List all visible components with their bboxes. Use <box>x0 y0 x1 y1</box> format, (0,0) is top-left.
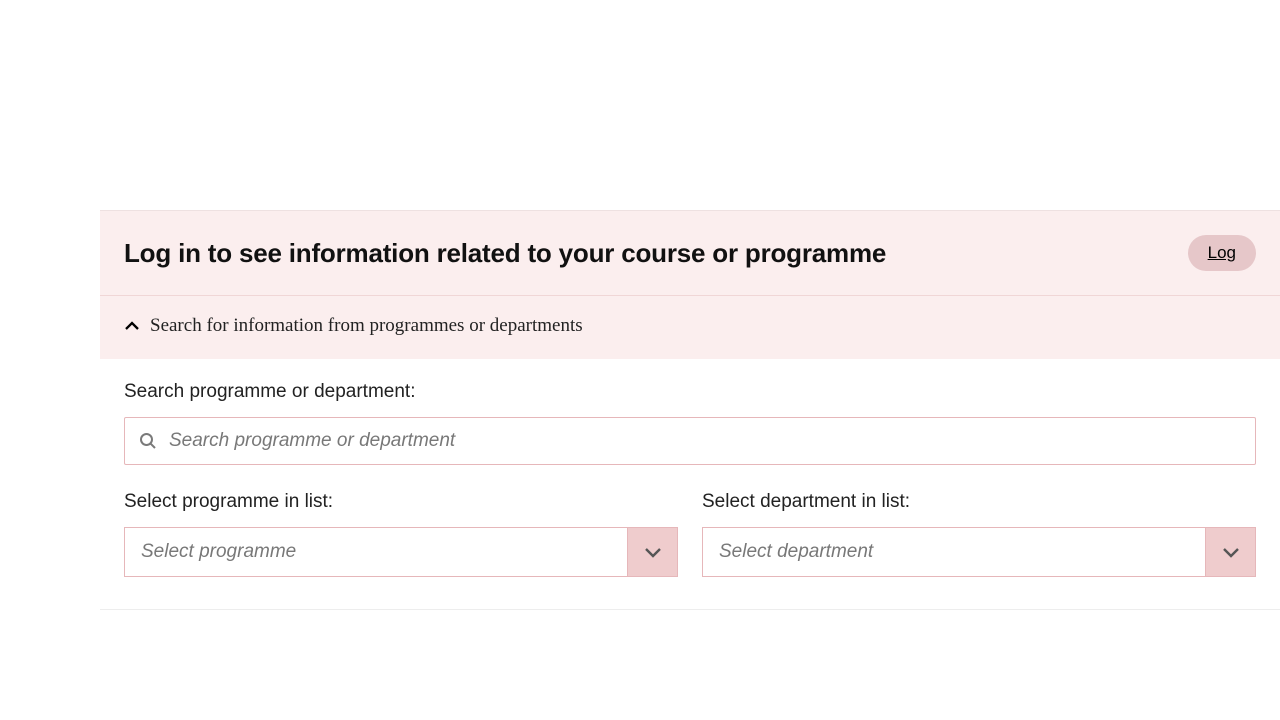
search-body: Search programme or department: Select p… <box>100 359 1280 610</box>
department-field-label: Select department in list: <box>702 491 1256 513</box>
select-columns: Select programme in list: Select program… <box>124 491 1256 577</box>
programme-column: Select programme in list: Select program… <box>124 491 678 577</box>
page-wrapper: Log in to see information related to you… <box>0 0 1280 610</box>
department-select-toggle[interactable] <box>1205 528 1255 576</box>
programme-field-label: Select programme in list: <box>124 491 678 513</box>
programme-select-placeholder: Select programme <box>125 528 627 576</box>
chevron-up-icon <box>124 318 140 334</box>
chevron-down-icon <box>644 546 662 558</box>
chevron-down-icon <box>1222 546 1240 558</box>
programme-select-toggle[interactable] <box>627 528 677 576</box>
search-toggle-row[interactable]: Search for information from programmes o… <box>100 297 1280 359</box>
department-column: Select department in list: Select depart… <box>702 491 1256 577</box>
search-toggle-label: Search for information from programmes o… <box>150 315 583 337</box>
login-heading: Log in to see information related to you… <box>124 238 886 269</box>
search-input[interactable] <box>157 430 1255 452</box>
filter-panel: Log in to see information related to you… <box>100 210 1280 610</box>
search-icon <box>139 432 157 450</box>
department-select-placeholder: Select department <box>703 528 1205 576</box>
department-select[interactable]: Select department <box>702 527 1256 577</box>
login-button[interactable]: Log <box>1188 235 1256 271</box>
search-field-label: Search programme or department: <box>124 381 1256 403</box>
programme-select[interactable]: Select programme <box>124 527 678 577</box>
search-input-container <box>124 417 1256 465</box>
login-banner: Log in to see information related to you… <box>100 211 1280 296</box>
